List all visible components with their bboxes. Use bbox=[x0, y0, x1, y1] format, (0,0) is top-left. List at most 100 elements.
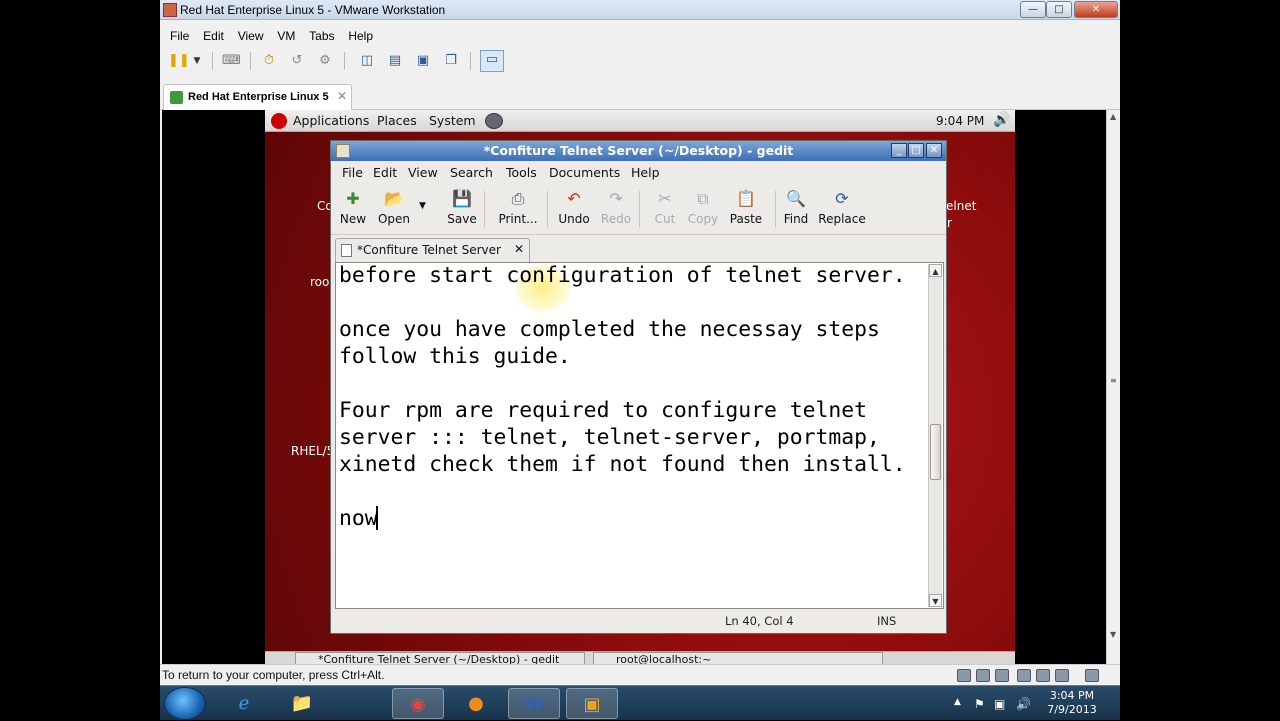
redo-icon: ↷ bbox=[609, 189, 623, 208]
vmware-icon[interactable]: ▣ bbox=[566, 688, 618, 719]
chrome-icon[interactable]: ◉ bbox=[392, 688, 444, 719]
scroll-down-icon[interactable]: ▼ bbox=[929, 594, 942, 607]
network-icon[interactable]: ▣ bbox=[994, 697, 1005, 711]
close-document-icon[interactable]: ✕ bbox=[514, 242, 524, 256]
gedit-close-button[interactable]: ✕ bbox=[926, 143, 942, 158]
tab-rhel5[interactable]: Red Hat Enterprise Linux 5 ✕ bbox=[163, 84, 352, 110]
hard-disk-icon[interactable] bbox=[957, 669, 971, 682]
taskbar-clock[interactable]: 3:04 PM 7/9/2013 bbox=[1044, 689, 1100, 717]
menu-vm[interactable]: VM bbox=[277, 26, 295, 46]
open-button[interactable]: 📂 Open bbox=[369, 189, 419, 226]
redo-button[interactable]: ↷ Redo bbox=[591, 189, 641, 226]
desktop-label-fragment: roo bbox=[310, 275, 330, 289]
replace-button[interactable]: ⟳ Replace bbox=[809, 189, 875, 226]
menu-help[interactable]: Help bbox=[348, 26, 373, 46]
guest-screen[interactable]: Co roo RHEL/5 elnet r Applications Place… bbox=[162, 110, 1106, 664]
print-button[interactable]: ⎙ Print... bbox=[493, 189, 543, 226]
windows-start-button[interactable] bbox=[164, 687, 206, 720]
thumbnail-bar-icon[interactable]: ▤ bbox=[386, 52, 404, 70]
file-explorer-icon[interactable]: 📁 bbox=[276, 688, 328, 719]
vmware-tab-bar: Red Hat Enterprise Linux 5 ✕ bbox=[160, 82, 1120, 110]
search-icon: 🔍 bbox=[786, 189, 806, 208]
floppy-icon[interactable] bbox=[995, 669, 1009, 682]
menu-edit[interactable]: Edit bbox=[203, 26, 224, 46]
menu-applications[interactable]: Applications bbox=[293, 113, 369, 128]
gedit-minimize-button[interactable]: _ bbox=[891, 143, 907, 158]
message-log-icon[interactable] bbox=[1085, 669, 1099, 682]
document-tab[interactable]: *Confiture Telnet Server ✕ bbox=[335, 238, 530, 262]
show-hidden-icons-icon[interactable]: ▲ bbox=[954, 697, 961, 707]
menu-places[interactable]: Places bbox=[377, 113, 417, 128]
gedit-menu-bar: File Edit View Search Tools Documents He… bbox=[331, 163, 946, 183]
send-ctrl-alt-del-icon[interactable]: ⌨ bbox=[222, 52, 241, 70]
taskbar-item-terminal[interactable]: root@localhost:~ bbox=[593, 652, 883, 664]
snapshot-manager-icon[interactable]: ⚙ bbox=[316, 52, 334, 70]
scroll-up-icon[interactable]: ▲ bbox=[1110, 112, 1116, 121]
taskbar-item-gedit[interactable]: *Confiture Telnet Server (~/Desktop) - g… bbox=[295, 652, 585, 664]
panel-clock[interactable]: 9:04 PM bbox=[936, 114, 984, 128]
scroll-down-icon[interactable]: ▼ bbox=[1110, 630, 1116, 639]
pause-icon[interactable]: ❚❚ bbox=[168, 52, 190, 70]
full-screen-icon[interactable]: ▣ bbox=[414, 52, 432, 70]
system-tray: ▲ ⚑ ▣ 🔊 3:04 PM 7/9/2013 bbox=[950, 686, 1120, 721]
tab-rhel5-label: Red Hat Enterprise Linux 5 bbox=[188, 91, 329, 103]
menu-file[interactable]: File bbox=[170, 26, 189, 46]
volume-icon[interactable]: 🔊 bbox=[993, 112, 1010, 128]
vmware-title: Red Hat Enterprise Linux 5 - VMware Work… bbox=[180, 3, 446, 17]
document-tab-label: *Confiture Telnet Server bbox=[357, 243, 501, 257]
paste-button[interactable]: 📋 Paste bbox=[721, 189, 771, 226]
firefox-icon[interactable]: ● bbox=[450, 688, 502, 719]
status-message: To return to your computer, press Ctrl+A… bbox=[162, 668, 385, 682]
show-library-icon[interactable]: ◫ bbox=[358, 52, 376, 70]
gedit-menu-help[interactable]: Help bbox=[631, 165, 660, 180]
open-recent-chevron-icon[interactable]: ▼ bbox=[419, 201, 426, 211]
vmware-menu-bar: File Edit View VM Tabs Help bbox=[160, 26, 1120, 46]
gedit-menu-tools[interactable]: Tools bbox=[506, 165, 537, 180]
scrollbar-thumb[interactable] bbox=[930, 424, 941, 480]
minimize-button[interactable]: — bbox=[1020, 1, 1046, 18]
network-icon[interactable] bbox=[485, 113, 503, 129]
menu-view[interactable]: View bbox=[238, 26, 264, 46]
gedit-title-bar[interactable]: *Confiture Telnet Server (~/Desktop) - g… bbox=[331, 141, 946, 161]
close-tab-icon[interactable]: ✕ bbox=[337, 89, 347, 103]
printer-icon[interactable] bbox=[1036, 669, 1050, 682]
action-center-icon[interactable]: ⚑ bbox=[974, 697, 985, 711]
volume-icon[interactable]: 🔊 bbox=[1016, 697, 1031, 711]
word-icon[interactable]: W bbox=[508, 688, 560, 719]
menu-system[interactable]: System bbox=[429, 113, 476, 128]
snapshot-icon[interactable]: ⏱ bbox=[260, 52, 278, 70]
gedit-window: *Confiture Telnet Server (~/Desktop) - g… bbox=[330, 140, 947, 634]
unity-icon[interactable]: ❐ bbox=[442, 52, 460, 70]
editor-scrollbar[interactable]: ▲ ▼ bbox=[928, 264, 942, 607]
network-adapter-icon[interactable] bbox=[1017, 669, 1031, 682]
chevron-down-icon[interactable]: ▼ bbox=[188, 52, 206, 70]
text-cursor bbox=[376, 506, 378, 530]
sound-card-icon[interactable] bbox=[1055, 669, 1069, 682]
cursor-position: Ln 40, Col 4 bbox=[725, 614, 794, 628]
gedit-menu-documents[interactable]: Documents bbox=[549, 165, 620, 180]
gedit-menu-search[interactable]: Search bbox=[450, 165, 493, 180]
vmware-window: Red Hat Enterprise Linux 5 - VMware Work… bbox=[160, 0, 1120, 685]
console-view-icon[interactable]: ▭ bbox=[480, 50, 504, 72]
revert-snapshot-icon[interactable]: ↺ bbox=[288, 52, 306, 70]
insert-mode: INS bbox=[877, 614, 897, 628]
internet-explorer-icon[interactable]: ℯ bbox=[218, 688, 270, 719]
editor-line: xinetd check them if not found then inst… bbox=[339, 452, 906, 477]
gedit-menu-file[interactable]: File bbox=[342, 165, 363, 180]
gedit-maximize-button[interactable]: □ bbox=[908, 143, 924, 158]
editor-line: now bbox=[339, 506, 378, 531]
maximize-button[interactable]: □ bbox=[1046, 1, 1072, 18]
vmware-title-bar[interactable]: Red Hat Enterprise Linux 5 - VMware Work… bbox=[160, 0, 1120, 20]
vmware-side-scrollbar[interactable]: ▲ ≡ ▼ bbox=[1106, 110, 1120, 664]
gedit-menu-edit[interactable]: Edit bbox=[373, 165, 397, 180]
gedit-menu-view[interactable]: View bbox=[408, 165, 438, 180]
scroll-up-icon[interactable]: ▲ bbox=[929, 264, 942, 277]
editor-line: once you have completed the necessay ste… bbox=[339, 317, 880, 342]
vmware-app-icon bbox=[163, 3, 177, 17]
save-button[interactable]: 💾 Save bbox=[437, 189, 487, 226]
cd-dvd-icon[interactable] bbox=[976, 669, 990, 682]
editor-line: server ::: telnet, telnet-server, portma… bbox=[339, 425, 880, 450]
menu-tabs[interactable]: Tabs bbox=[309, 26, 334, 46]
close-button[interactable]: ✕ bbox=[1074, 1, 1118, 18]
text-editor[interactable]: before start configuration of telnet ser… bbox=[335, 262, 944, 609]
